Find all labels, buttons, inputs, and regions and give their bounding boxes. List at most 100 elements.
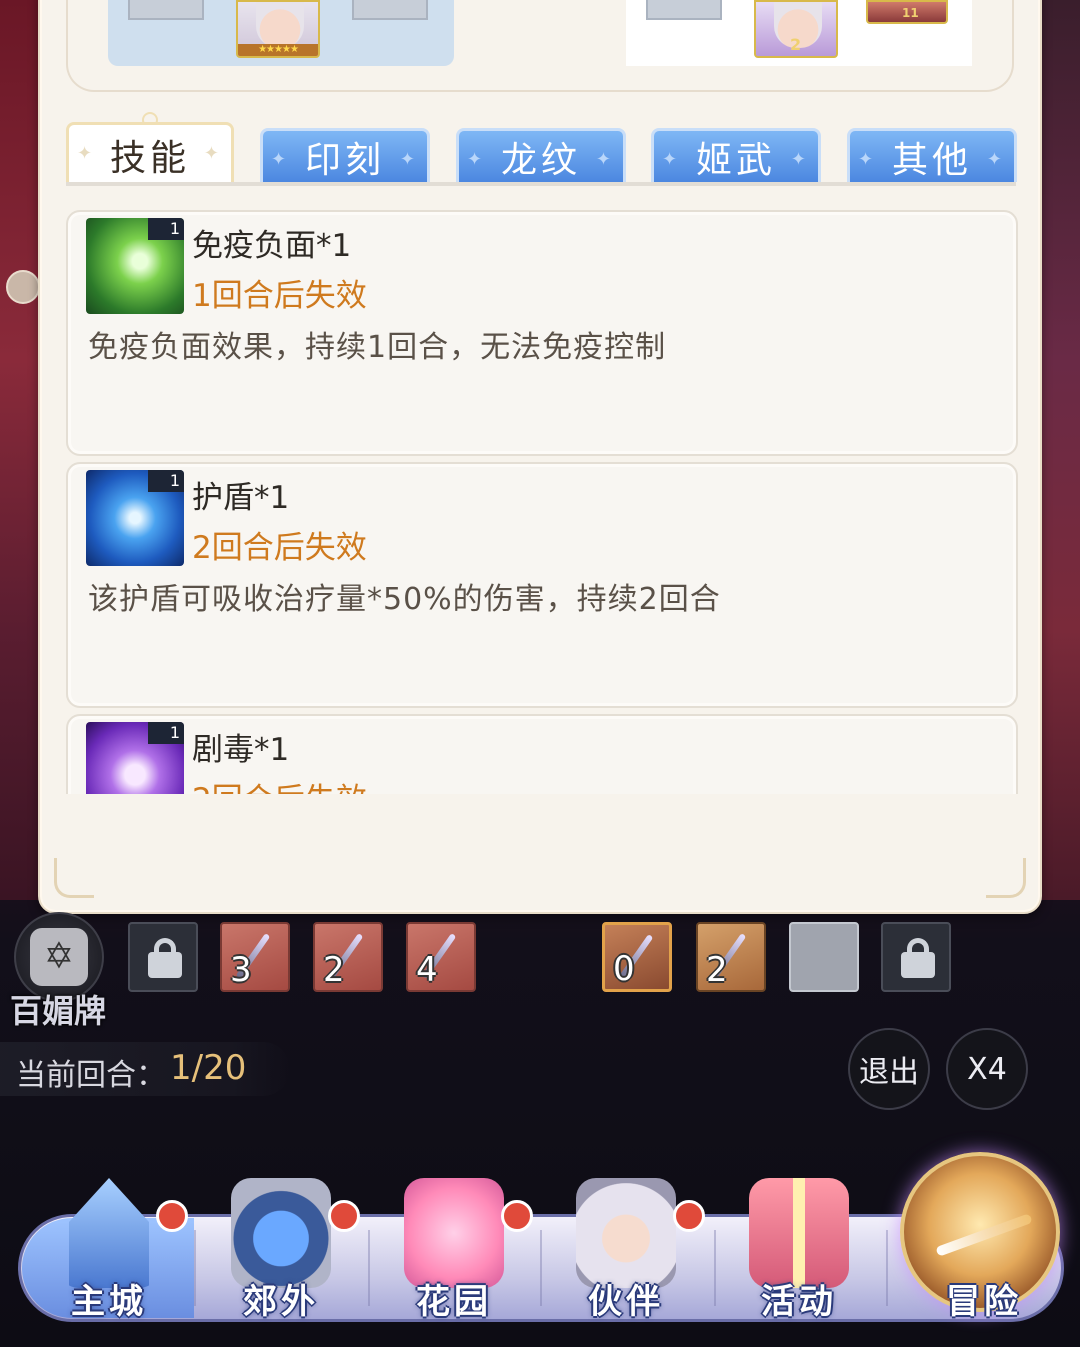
enemy-team-row: 2 11 [626, 0, 972, 66]
item-slot[interactable]: 4 [406, 922, 476, 992]
hero-level: 11 [902, 6, 919, 20]
stack-count: 1 [148, 722, 184, 744]
item-count: 4 [416, 950, 438, 990]
effect-card: 1 护盾*1 2回合后失效 该护盾可吸收治疗量*50%的伤害，持续2回合 [66, 462, 1018, 708]
nav-label: 活动 [761, 1282, 837, 1322]
nav-outskirts[interactable]: 郊外 [196, 1178, 366, 1322]
tab-other[interactable]: ✦ 其他 ✦ [847, 128, 1017, 182]
round-label: 当前回合： [16, 1058, 166, 1093]
item-slot[interactable]: 3 [220, 922, 290, 992]
sparkle-icon: ✦ [662, 149, 682, 170]
refresh-icon[interactable] [6, 270, 40, 304]
panel-corner-ornament [54, 858, 94, 898]
item-count: 3 [230, 950, 252, 990]
sparkle-icon: ✦ [77, 143, 97, 164]
nav-label: 花园 [416, 1282, 492, 1322]
empty-hero-slot[interactable] [646, 0, 722, 20]
nav-main-city[interactable]: 主城 [24, 1178, 194, 1322]
hero-level: 2 [790, 35, 802, 54]
sparkle-icon: ✦ [858, 149, 878, 170]
item-slot[interactable]: 2 [313, 922, 383, 992]
tab-label: 龙纹 [500, 139, 581, 181]
effect-card: 1 免疫负面*1 1回合后失效 免疫负面效果，持续1回合，无法免疫控制 [66, 210, 1018, 456]
shield-icon: 1 [86, 470, 184, 566]
tab-weapon[interactable]: ✦ 姬武 ✦ [651, 128, 821, 182]
notification-badge [156, 1200, 188, 1232]
sparkle-icon: ✦ [986, 149, 1006, 170]
tab-label: 技能 [109, 137, 190, 179]
effect-name: 剧毒*1 [192, 732, 290, 768]
gate-icon [231, 1178, 331, 1288]
speed-button[interactable]: X4 [946, 1028, 1028, 1110]
lock-icon [901, 938, 935, 978]
battlefield-background-right [1040, 0, 1080, 900]
effect-card: 1 剧毒*1 2回合后失效 [66, 714, 1018, 794]
sparkle-icon: ✦ [595, 149, 615, 170]
sparkle-icon: ✦ [790, 149, 810, 170]
partner-icon [576, 1178, 676, 1288]
effect-name: 免疫负面*1 [192, 228, 352, 264]
nav-events[interactable]: 活动 [714, 1178, 884, 1322]
compass-icon [935, 1213, 1033, 1257]
battlefield-background-left [0, 0, 40, 900]
tab-label: 其他 [891, 139, 972, 181]
nav-label: 主城 [71, 1282, 147, 1322]
effect-list[interactable]: 1 免疫负面*1 1回合后失效 免疫负面效果，持续1回合，无法免疫控制 1 护盾… [66, 206, 1020, 794]
effect-duration: 2回合后失效 [192, 530, 367, 566]
round-value: 1/20 [170, 1048, 247, 1088]
nav-separator [886, 1230, 888, 1306]
panel-corner-ornament [986, 858, 1026, 898]
tab-label: 印刻 [304, 139, 385, 181]
sparkle-icon: ✦ [399, 149, 419, 170]
heart-icon [404, 1178, 504, 1288]
notification-badge [673, 1200, 705, 1232]
hexagram-icon: ✡ [30, 928, 88, 986]
sparkle-icon: ✦ [203, 143, 223, 164]
stack-count: 1 [148, 470, 184, 492]
empty-hero-slot[interactable] [128, 0, 204, 20]
effect-duration: 1回合后失效 [192, 278, 367, 314]
empty-hero-slot[interactable] [352, 0, 428, 20]
hero-portrait[interactable]: ★★★★★ [236, 0, 320, 58]
nav-label: 冒险 [946, 1282, 1022, 1322]
immunity-icon: 1 [86, 218, 184, 314]
tab-skill[interactable]: ✦ 技能 ✦ [66, 122, 234, 184]
effect-description: 该护盾可吸收治疗量*50%的伤害，持续2回合 [88, 582, 721, 617]
hero-portrait[interactable]: 11 [866, 0, 948, 24]
gift-icon [749, 1178, 849, 1288]
notification-badge [501, 1200, 533, 1232]
nav-label: 郊外 [243, 1282, 319, 1322]
effect-description: 免疫负面效果，持续1回合，无法免疫控制 [88, 330, 667, 365]
empty-item-slot[interactable] [789, 922, 859, 992]
effect-duration: 2回合后失效 [192, 774, 367, 794]
exit-button[interactable]: 退出 [848, 1028, 930, 1110]
poison-skull-icon: 1 [86, 722, 184, 794]
item-slot-selected[interactable]: 0 [602, 922, 672, 992]
nav-label: 伙伴 [588, 1282, 664, 1322]
item-count: 2 [706, 950, 728, 990]
sparkle-icon: ✦ [467, 149, 487, 170]
tab-imprint[interactable]: ✦ 印刻 ✦ [260, 128, 430, 182]
castle-icon [69, 1178, 149, 1288]
hero-face [256, 2, 304, 48]
item-count: 0 [613, 949, 635, 989]
locked-slot[interactable] [881, 922, 951, 992]
tab-dragon-pattern[interactable]: ✦ 龙纹 ✦ [456, 128, 626, 182]
locked-slot[interactable] [128, 922, 198, 992]
lock-icon [148, 938, 182, 978]
hero-star-rating: ★★★★★ [238, 44, 318, 56]
card-deck-label: 百媚牌 [10, 992, 107, 1030]
nav-garden[interactable]: 花园 [369, 1178, 539, 1322]
nav-partner[interactable]: 伙伴 [541, 1178, 711, 1322]
ally-team-row: ★★★★★ [108, 0, 454, 66]
stack-count: 1 [148, 218, 184, 240]
sparkle-icon: ✦ [271, 149, 291, 170]
card-deck-button[interactable]: ✡ 百媚牌 [10, 912, 108, 1030]
nav-adventure[interactable]: 冒险 [900, 1152, 1060, 1322]
notification-badge [328, 1200, 360, 1232]
hero-portrait[interactable]: 2 [754, 0, 838, 58]
item-slot[interactable]: 2 [696, 922, 766, 992]
tab-underline [66, 182, 1016, 186]
item-count: 2 [323, 950, 345, 990]
tab-label: 姬武 [695, 139, 776, 181]
